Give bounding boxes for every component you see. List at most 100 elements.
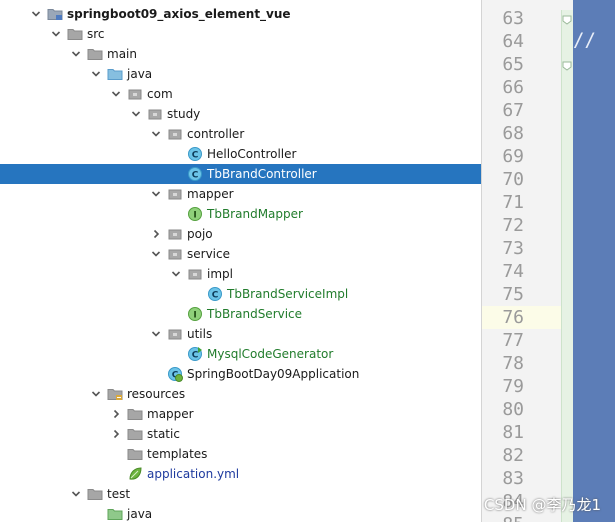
- folder-icon: [67, 26, 83, 42]
- tree-item-pojo[interactable]: pojo: [0, 224, 481, 244]
- tree-item-tbbrandservice[interactable]: I TbBrandService: [0, 304, 481, 324]
- line-number: 69: [502, 146, 524, 167]
- tree-item-com[interactable]: com: [0, 84, 481, 104]
- chevron-down-icon[interactable]: [109, 87, 123, 101]
- line-number: 63: [502, 8, 524, 29]
- chevron-right-icon[interactable]: [149, 227, 163, 241]
- folder-icon: [87, 46, 103, 62]
- chevron-right-icon[interactable]: [109, 407, 123, 421]
- tree-item-mysqlcodegenerator[interactable]: C MysqlCodeGenerator: [0, 344, 481, 364]
- tree-item-impl[interactable]: impl: [0, 264, 481, 284]
- class-icon: C: [187, 166, 203, 182]
- line-number: 65: [502, 54, 524, 75]
- line-number: 75: [502, 284, 524, 305]
- tree-item-java[interactable]: java: [0, 64, 481, 84]
- tree-item-label: controller: [187, 127, 245, 141]
- test-source-folder-icon: [107, 506, 123, 522]
- package-icon: [127, 86, 143, 102]
- tree-item-label: HelloController: [207, 147, 297, 161]
- line-number: 77: [502, 330, 524, 351]
- tree-item-label: MysqlCodeGenerator: [207, 347, 334, 361]
- chevron-down-icon[interactable]: [169, 267, 183, 281]
- tree-item-src[interactable]: src: [0, 24, 481, 44]
- line-number: 79: [502, 376, 524, 397]
- spring-app-class-icon: C: [167, 366, 183, 382]
- line-number: 73: [502, 238, 524, 259]
- chevron-down-icon[interactable]: [129, 107, 143, 121]
- line-number: 76: [502, 307, 524, 328]
- tree-item-main[interactable]: main: [0, 44, 481, 64]
- package-icon: [167, 126, 183, 142]
- package-icon: [147, 106, 163, 122]
- tree-item-label: templates: [147, 447, 208, 461]
- module-folder-icon: [47, 6, 63, 22]
- tree-item-label: SpringBootDay09Application: [187, 367, 360, 381]
- code-comment[interactable]: //: [573, 29, 596, 52]
- chevron-down-icon[interactable]: [69, 47, 83, 61]
- tree-item-springboot09-axios-element-vue[interactable]: springboot09_axios_element_vue: [0, 4, 481, 24]
- chevron-down-icon[interactable]: [89, 67, 103, 81]
- tree-item-label: mapper: [187, 187, 234, 201]
- tree-item-label: test: [107, 487, 131, 501]
- chevron-down-icon[interactable]: [69, 487, 83, 501]
- tree-item-springbootday09application[interactable]: C SpringBootDay09Application: [0, 364, 481, 384]
- tree-item-mapper[interactable]: mapper: [0, 184, 481, 204]
- tree-item-test[interactable]: test: [0, 484, 481, 504]
- code-editor[interactable]: //: [573, 0, 615, 522]
- tree-item-tbbrandcontroller[interactable]: C TbBrandController: [0, 164, 481, 184]
- project-tree[interactable]: springboot09_axios_element_vuesrc main jav…: [0, 0, 481, 522]
- svg-text:C: C: [192, 151, 199, 161]
- tree-item-label: main: [107, 47, 137, 61]
- tree-item-tbbrandmapper[interactable]: I TbBrandMapper: [0, 204, 481, 224]
- tree-item-label: mapper: [147, 407, 194, 421]
- package-icon: [167, 226, 183, 242]
- tree-item-label: java: [127, 67, 153, 81]
- tree-item-controller[interactable]: controller: [0, 124, 481, 144]
- tree-item-label: springboot09_axios_element_vue: [67, 7, 291, 21]
- chevron-right-icon[interactable]: [109, 427, 123, 441]
- tree-item-service[interactable]: service: [0, 244, 481, 264]
- tree-item-mapper[interactable]: mapper: [0, 404, 481, 424]
- svg-text:C: C: [192, 171, 199, 181]
- line-number: 67: [502, 100, 524, 121]
- package-icon: [167, 326, 183, 342]
- tree-item-label: impl: [207, 267, 233, 281]
- tree-item-java[interactable]: java: [0, 504, 481, 522]
- runnable-class-icon: C: [187, 346, 203, 362]
- tree-item-label: resources: [127, 387, 186, 401]
- line-number: 74: [502, 261, 524, 282]
- line-number: 70: [502, 169, 524, 190]
- line-number: 72: [502, 215, 524, 236]
- tree-item-tbbrandserviceimpl[interactable]: C TbBrandServiceImpl: [0, 284, 481, 304]
- fold-toggle-icon[interactable]: [562, 56, 572, 71]
- folder-icon: [127, 406, 143, 422]
- package-icon: [167, 246, 183, 262]
- chevron-down-icon[interactable]: [49, 27, 63, 41]
- svg-text:C: C: [192, 351, 199, 361]
- chevron-down-icon[interactable]: [29, 7, 43, 21]
- tree-item-static[interactable]: static: [0, 424, 481, 444]
- tree-item-label: com: [147, 87, 173, 101]
- tree-item-label: pojo: [187, 227, 213, 241]
- tree-item-utils[interactable]: utils: [0, 324, 481, 344]
- tree-item-label: TbBrandServiceImpl: [227, 287, 349, 301]
- chevron-down-icon[interactable]: [149, 127, 163, 141]
- chevron-down-icon[interactable]: [149, 187, 163, 201]
- tree-item-label: java: [127, 507, 153, 521]
- chevron-down-icon[interactable]: [89, 387, 103, 401]
- tree-item-application-yml[interactable]: application.yml: [0, 464, 481, 484]
- tree-item-templates[interactable]: templates: [0, 444, 481, 464]
- class-icon: C: [187, 146, 203, 162]
- tree-item-resources[interactable]: resources: [0, 384, 481, 404]
- chevron-down-icon[interactable]: [149, 247, 163, 261]
- line-number: 66: [502, 77, 524, 98]
- resources-folder-icon: [107, 386, 123, 402]
- svg-text:I: I: [193, 211, 196, 221]
- chevron-down-icon[interactable]: [149, 327, 163, 341]
- fold-toggle-icon[interactable]: [562, 10, 572, 25]
- tree-item-study[interactable]: study: [0, 104, 481, 124]
- source-root-folder-icon: [107, 66, 123, 82]
- tree-item-label: application.yml: [147, 467, 240, 481]
- tree-item-hellocontroller[interactable]: C HelloController: [0, 144, 481, 164]
- yaml-leaf-icon: [127, 466, 143, 482]
